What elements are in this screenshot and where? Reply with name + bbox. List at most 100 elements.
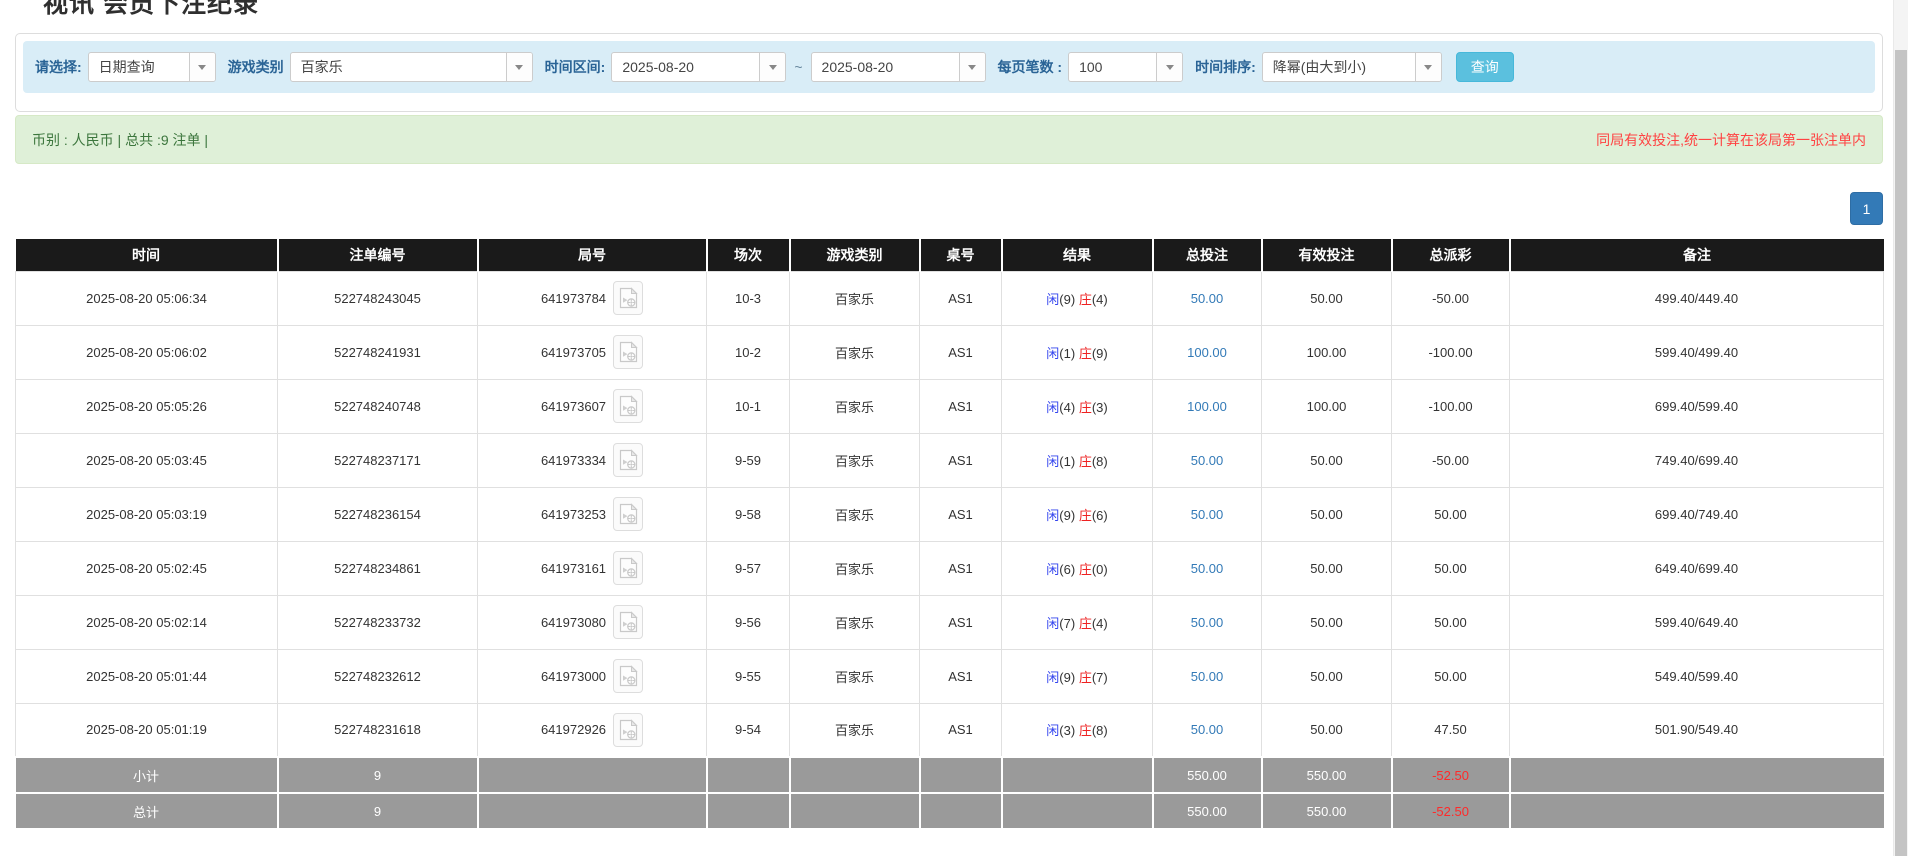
cell-time: 2025-08-20 05:03:45 [16, 433, 278, 487]
summary-empty-cell [790, 793, 920, 829]
cell-valid-bet: 50.00 [1262, 487, 1392, 541]
column-header: 总派彩 [1392, 239, 1510, 271]
banker-score: (9) [1092, 346, 1108, 361]
video-file-icon [619, 341, 638, 363]
pagination: 1 [1850, 192, 1883, 225]
total-bet-link[interactable]: 50.00 [1191, 291, 1224, 306]
cell-table-number: AS1 [920, 325, 1002, 379]
cell-bet-number: 522748237171 [278, 433, 478, 487]
vertical-scrollbar-track[interactable] [1893, 0, 1908, 856]
round-number: 641973080 [541, 615, 606, 630]
video-replay-button[interactable] [613, 713, 643, 747]
video-replay-button[interactable] [613, 497, 643, 531]
cell-game-category: 百家乐 [790, 703, 920, 757]
round-number: 641973607 [541, 399, 606, 414]
cell-remark: 699.40/749.40 [1510, 487, 1884, 541]
cell-round-number: 641973080 [478, 595, 707, 649]
total-bet-link[interactable]: 50.00 [1191, 561, 1224, 576]
video-file-icon [619, 287, 638, 309]
player-label: 闲 [1046, 346, 1059, 361]
column-header: 有效投注 [1262, 239, 1392, 271]
cell-valid-bet: 50.00 [1262, 649, 1392, 703]
cell-payout: 50.00 [1392, 541, 1510, 595]
cell-table-number: AS1 [920, 649, 1002, 703]
date-to-select[interactable]: 2025-08-20 [811, 52, 986, 82]
cell-bet-number: 522748233732 [278, 595, 478, 649]
summary-empty-cell [1510, 757, 1884, 793]
video-replay-button[interactable] [613, 335, 643, 369]
cell-total-bet: 50.00 [1153, 433, 1262, 487]
total-bet-link[interactable]: 50.00 [1191, 722, 1224, 737]
sort-order-select[interactable]: 降幂(由大到小) [1262, 52, 1442, 82]
game-category-label: 游戏类别 [228, 57, 284, 77]
cell-valid-bet: 50.00 [1262, 595, 1392, 649]
summary-empty-cell [1510, 793, 1884, 829]
cell-result: 闲(4) 庄(3) [1002, 379, 1153, 433]
cell-session: 9-54 [707, 703, 790, 757]
cell-result: 闲(9) 庄(4) [1002, 271, 1153, 325]
total-bet-link[interactable]: 50.00 [1191, 669, 1224, 684]
cell-game-category: 百家乐 [790, 487, 920, 541]
table-head: 时间注单编号局号场次游戏类别桌号结果总投注有效投注总派彩备注 [16, 239, 1884, 271]
banker-label: 庄 [1079, 400, 1092, 415]
video-replay-button[interactable] [613, 551, 643, 585]
chevron-down-icon [959, 53, 985, 81]
player-score: (3) [1059, 723, 1075, 738]
banker-label: 庄 [1079, 723, 1092, 738]
summary-valid-bet: 550.00 [1262, 793, 1392, 829]
cell-table-number: AS1 [920, 433, 1002, 487]
round-number: 641973784 [541, 291, 606, 306]
cell-game-category: 百家乐 [790, 325, 920, 379]
cell-total-bet: 100.00 [1153, 379, 1262, 433]
query-type-select[interactable]: 日期查询 [88, 52, 216, 82]
time-range-label: 时间区间: [545, 57, 606, 77]
page-size-select[interactable]: 100 [1068, 52, 1183, 82]
cell-result: 闲(9) 庄(7) [1002, 649, 1153, 703]
player-score: (9) [1059, 670, 1075, 685]
cell-total-bet: 50.00 [1153, 649, 1262, 703]
player-label: 闲 [1046, 670, 1059, 685]
cell-game-category: 百家乐 [790, 271, 920, 325]
total-bet-link[interactable]: 50.00 [1191, 507, 1224, 522]
cell-round-number: 641973253 [478, 487, 707, 541]
cell-session: 10-3 [707, 271, 790, 325]
column-header: 注单编号 [278, 239, 478, 271]
cell-session: 10-2 [707, 325, 790, 379]
summary-total-bet: 550.00 [1153, 793, 1262, 829]
date-from-select[interactable]: 2025-08-20 [611, 52, 786, 82]
cell-round-number: 641973784 [478, 271, 707, 325]
search-button[interactable]: 查询 [1456, 52, 1514, 82]
video-replay-button[interactable] [613, 659, 643, 693]
player-score: (9) [1059, 508, 1075, 523]
cell-table-number: AS1 [920, 271, 1002, 325]
player-label: 闲 [1046, 616, 1059, 631]
total-bet-link[interactable]: 100.00 [1187, 399, 1227, 414]
table-row: 2025-08-20 05:01:44522748232612641973000… [16, 649, 1884, 703]
cell-session: 9-59 [707, 433, 790, 487]
cell-payout: 50.00 [1392, 487, 1510, 541]
cell-valid-bet: 50.00 [1262, 703, 1392, 757]
cell-table-number: AS1 [920, 487, 1002, 541]
banker-label: 庄 [1079, 670, 1092, 685]
player-label: 闲 [1046, 454, 1059, 469]
banker-label: 庄 [1079, 292, 1092, 307]
total-bet-link[interactable]: 50.00 [1191, 453, 1224, 468]
cell-round-number: 641973000 [478, 649, 707, 703]
table-row: 2025-08-20 05:02:14522748233732641973080… [16, 595, 1884, 649]
cell-remark: 499.40/449.40 [1510, 271, 1884, 325]
vertical-scrollbar-thumb[interactable] [1895, 50, 1907, 856]
cell-bet-number: 522748236154 [278, 487, 478, 541]
round-number: 641973334 [541, 453, 606, 468]
records-table: 时间注单编号局号场次游戏类别桌号结果总投注有效投注总派彩备注 2025-08-2… [15, 239, 1884, 830]
page-button-1[interactable]: 1 [1850, 192, 1883, 225]
cell-bet-number: 522748231618 [278, 703, 478, 757]
video-replay-button[interactable] [613, 605, 643, 639]
cell-total-bet: 50.00 [1153, 703, 1262, 757]
video-replay-button[interactable] [613, 389, 643, 423]
total-bet-link[interactable]: 50.00 [1191, 615, 1224, 630]
video-replay-button[interactable] [613, 281, 643, 315]
total-bet-link[interactable]: 100.00 [1187, 345, 1227, 360]
video-replay-button[interactable] [613, 443, 643, 477]
banker-label: 庄 [1079, 562, 1092, 577]
game-category-select[interactable]: 百家乐 [290, 52, 533, 82]
